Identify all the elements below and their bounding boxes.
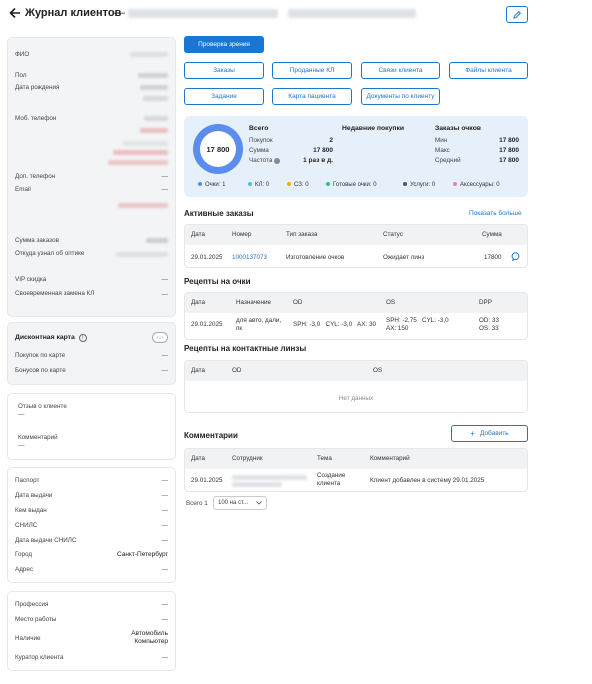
glasses-prescriptions-title: Рецепты на очки bbox=[184, 277, 251, 286]
client-files-button[interactable]: Файлы клиента bbox=[449, 62, 528, 79]
back-arrow-icon[interactable] bbox=[8, 6, 22, 20]
legend-dot-ready bbox=[326, 182, 330, 187]
client-documents-button[interactable]: Документы по клиенту bbox=[361, 88, 440, 105]
ring-value: 17 800 bbox=[206, 144, 230, 154]
page-title: Журнал клиентов bbox=[25, 7, 122, 19]
pencil-icon bbox=[513, 10, 522, 19]
pagination-total: Всего 1 bbox=[186, 500, 208, 507]
orders-button[interactable]: Заказы bbox=[184, 62, 264, 79]
legend-dot-sz bbox=[287, 182, 291, 187]
employee-blurred bbox=[232, 475, 307, 480]
summary-panel: 17 800 Всего Покупок 2 Сумма 17 800 Частот… bbox=[184, 116, 528, 197]
active-orders-title: Активные заказы bbox=[184, 209, 254, 218]
extra-info-card: Профессия — Место работы — Наличие Автомоб… bbox=[7, 591, 176, 671]
show-more-link[interactable]: Показать больше bbox=[469, 210, 522, 217]
add-comment-button[interactable]: + Добавить bbox=[451, 425, 528, 442]
legend-dot-services bbox=[403, 182, 407, 187]
lens-prescriptions-table: Дата OD OS Нет данных bbox=[184, 360, 528, 413]
info-icon bbox=[274, 157, 281, 164]
table-row[interactable]: 29.01.2025 Создание клиента Клиент добавл… bbox=[185, 469, 527, 491]
edit-button[interactable] bbox=[506, 6, 528, 23]
feedback-card: Отзыв о клиенте — Комментарий — bbox=[7, 393, 176, 460]
order-number-link[interactable]: 1000137073 bbox=[232, 254, 267, 262]
discount-card: Дисконтная карта i ··· Покупок по карте —… bbox=[7, 322, 176, 385]
per-page-select[interactable]: 100 на ст... bbox=[213, 496, 267, 510]
patient-card-button[interactable]: Карта пациента bbox=[272, 88, 352, 105]
lens-prescriptions-title: Рецепты на контактные линзы bbox=[184, 344, 307, 353]
comments-table: Дата Сотрудник Тема Комментарий 29.01.20… bbox=[184, 448, 528, 492]
empty-state: Нет данных bbox=[338, 395, 374, 402]
client-info-card: ФИО Пол Дата рождения Моб. телефон Доп. … bbox=[7, 37, 176, 317]
info-icon: i bbox=[78, 333, 87, 342]
table-row[interactable]: 29.01.2025 для авто, дали, пк SPH: -3,0 C… bbox=[185, 313, 527, 339]
glasses-prescriptions-table: Дата Назначение OD OS DPP 29.01.2025 для… bbox=[184, 292, 528, 340]
vision-check-button[interactable]: Проверка зрения bbox=[184, 36, 264, 53]
client-links-button[interactable]: Связи клиента bbox=[361, 62, 440, 79]
sold-lenses-button[interactable]: Проданные КЛ bbox=[272, 62, 352, 79]
documents-card: Паспорт — Дата выдачи — Кем выдан — СНИЛС — … bbox=[7, 467, 176, 583]
total-ring: 17 800 bbox=[193, 124, 243, 174]
task-button[interactable]: Задание bbox=[184, 88, 264, 105]
chevron-down-icon bbox=[256, 501, 262, 505]
ellipsis-icon[interactable]: ··· bbox=[152, 332, 168, 343]
discount-title: Дисконтная карта bbox=[15, 334, 75, 341]
table-row[interactable]: 29.01.2025 1000137073 Изготовление очков… bbox=[185, 245, 527, 267]
legend-dot-accessories bbox=[453, 182, 457, 187]
client-name-blurred bbox=[128, 9, 278, 18]
chat-icon[interactable] bbox=[511, 252, 520, 263]
legend-dot-glasses bbox=[198, 182, 202, 187]
plus-icon: + bbox=[470, 428, 475, 438]
active-orders-table: Дата Номер Тип заказа Статус Сумма 29.01… bbox=[184, 224, 528, 268]
legend-dot-lenses bbox=[248, 182, 252, 187]
comments-title: Комментарии bbox=[184, 431, 238, 440]
